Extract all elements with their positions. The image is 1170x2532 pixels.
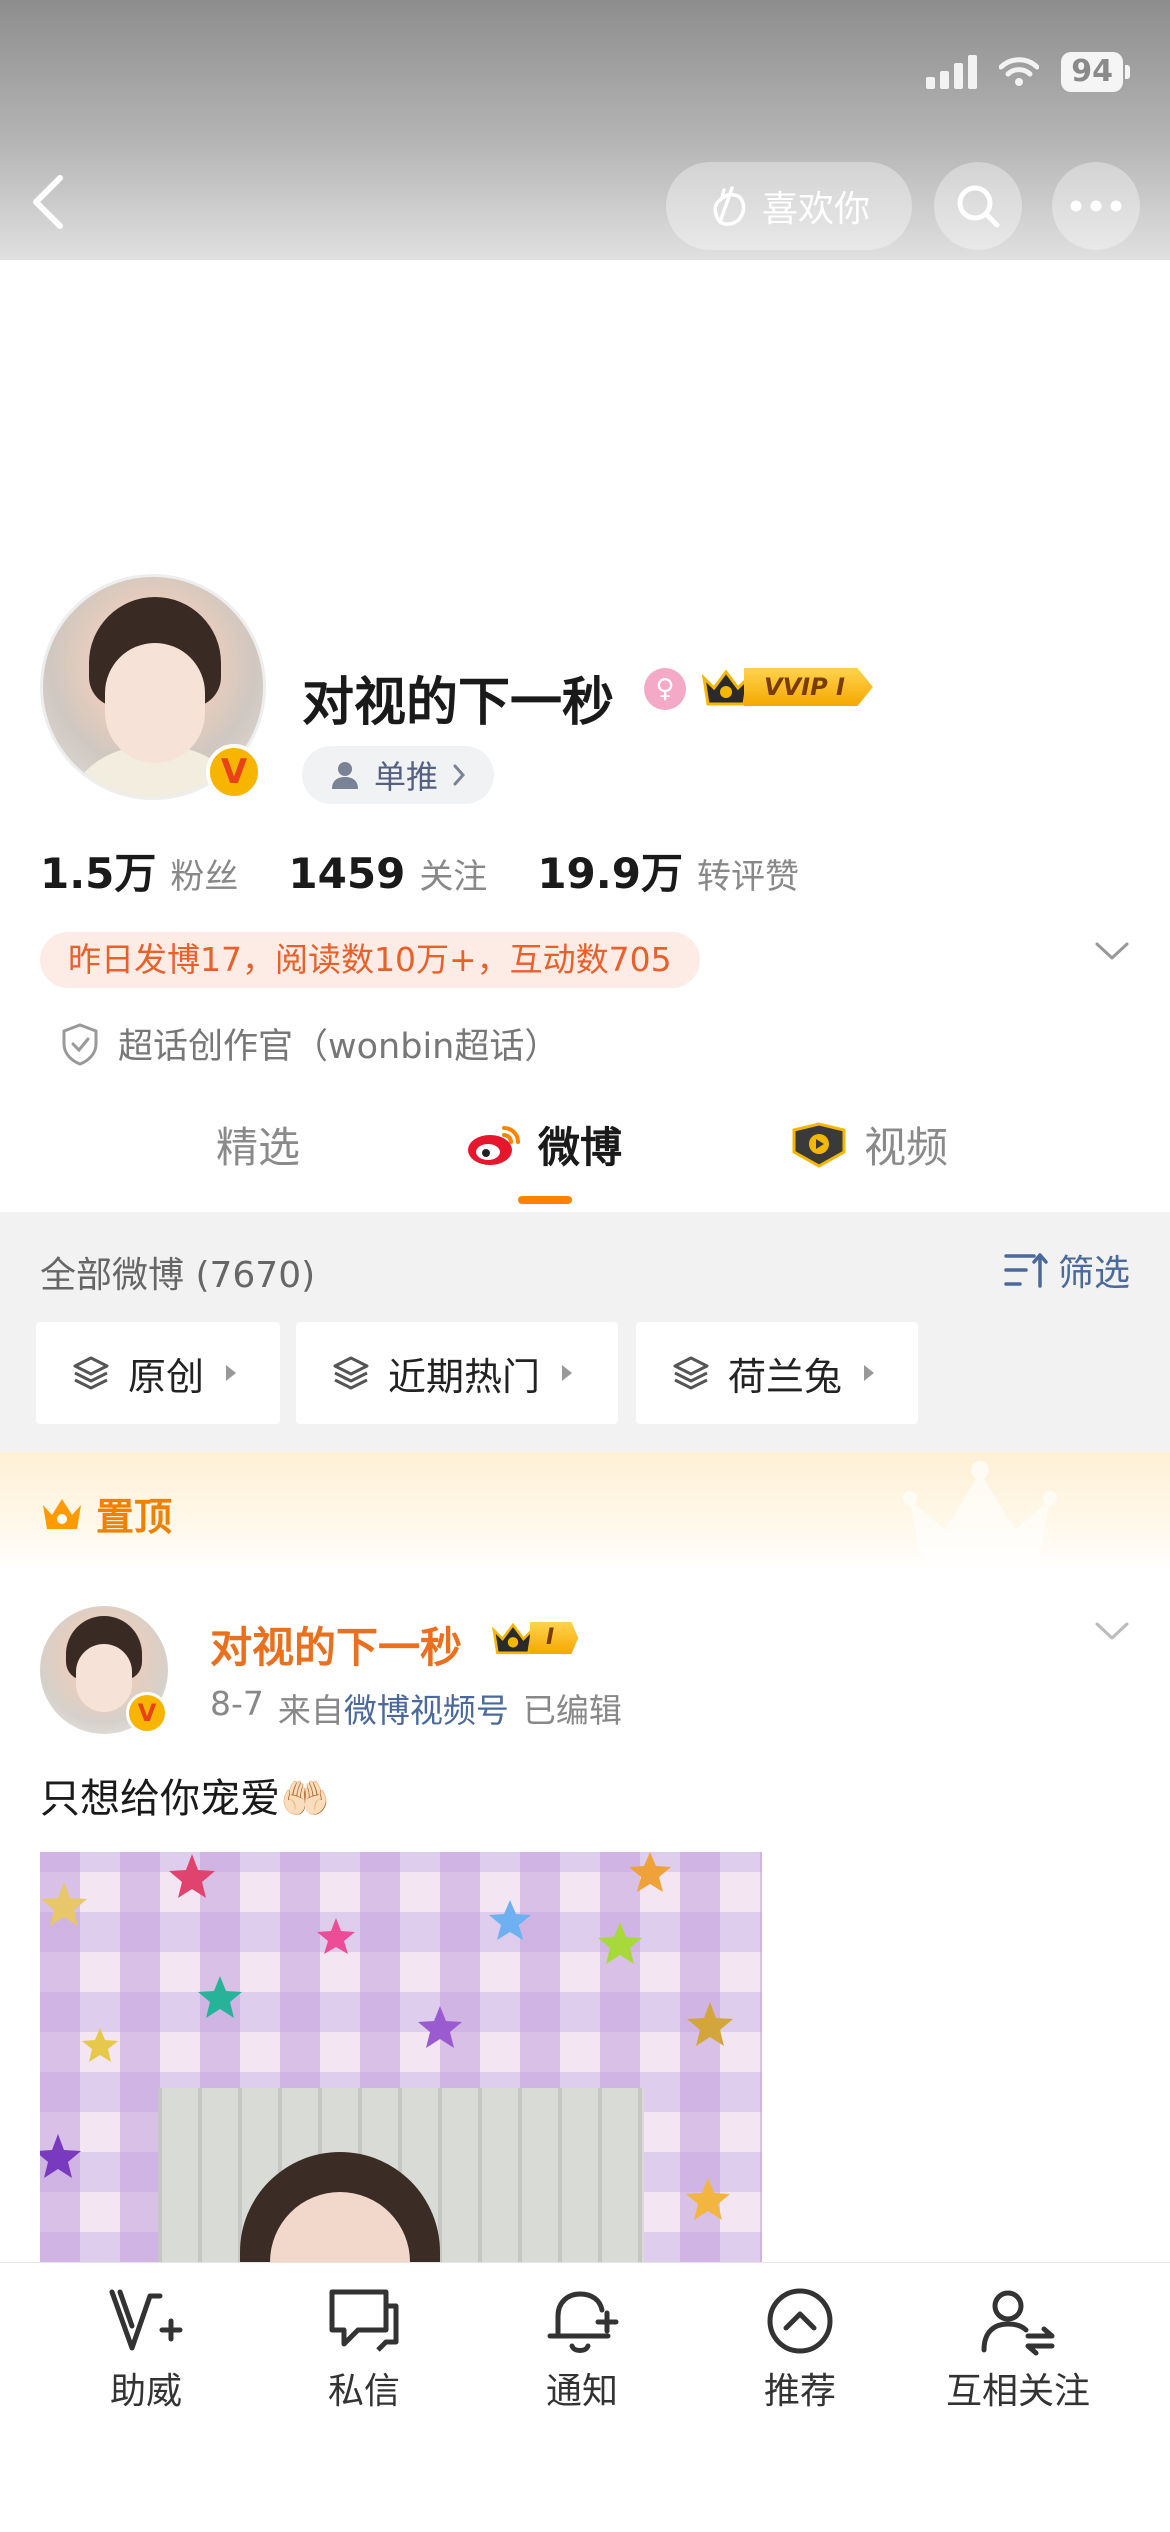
post-vip-label: I (530, 1622, 579, 1654)
post-menu-button[interactable] (1094, 1620, 1130, 1646)
tab-weibo-label: 微博 (538, 1123, 623, 1172)
crown-icon (491, 1622, 535, 1655)
v-plus-icon (109, 2289, 183, 2351)
like-you-button[interactable]: 喜欢你 (666, 162, 912, 250)
hand-icon (713, 186, 746, 226)
chevron-down-icon (1095, 942, 1129, 960)
chip-original[interactable]: 原创 (36, 1322, 280, 1424)
wifi-icon (999, 57, 1040, 86)
super-topic-label: 超话创作官（wonbin超话） (118, 1027, 560, 1067)
chip-recent-hot[interactable]: 近期热门 (296, 1322, 618, 1424)
active-tab-indicator (518, 1196, 572, 1204)
filter-icon (1004, 1253, 1048, 1288)
crown-icon (43, 1498, 81, 1529)
post-video-thumbnail[interactable] (40, 1852, 762, 2272)
female-icon: ♀ (644, 668, 686, 710)
more-button[interactable] (1052, 162, 1140, 250)
all-weibo-count: 全部微博 (7670) (40, 1255, 316, 1296)
layers-icon (673, 1356, 709, 1390)
person-swap-icon (981, 2290, 1055, 2356)
shield-icon (62, 1022, 98, 1066)
dantui-button[interactable]: 单推 (302, 746, 495, 804)
profile-stats: 1.5万 粉丝 1459 关注 19.9万 转评赞 (40, 840, 849, 901)
post-edited: 已编辑 (522, 1691, 622, 1730)
chevron-left-icon (33, 175, 63, 229)
layers-icon (333, 1356, 369, 1390)
battery-tip (1125, 65, 1130, 79)
like-you-label: 喜欢你 (761, 189, 870, 230)
status-bar: 94 (926, 52, 1130, 92)
chip-holland-lop[interactable]: 荷兰兔 (636, 1322, 918, 1424)
pinned-label-group: 置顶 (40, 1486, 172, 1541)
caret-right-icon (864, 1365, 875, 1381)
profile-name: 对视的下一秒 (302, 673, 615, 733)
tab-featured[interactable]: 精选 (216, 1114, 300, 1175)
tab-featured-label: 精选 (216, 1123, 301, 1172)
filter-button[interactable]: 筛选 (1004, 1244, 1130, 1296)
bottom-recommend-button[interactable]: 推荐 (700, 2286, 900, 2414)
chip-original-label: 原创 (128, 1354, 205, 1399)
caret-right-icon (562, 1365, 573, 1381)
bottom-message-button[interactable]: 私信 (264, 2286, 464, 2414)
bottom-notify-button[interactable]: 通知 (482, 2286, 682, 2414)
caret-right-icon (226, 1365, 237, 1381)
vvip-badge[interactable]: VVIP I (700, 664, 873, 710)
interactions-label: 转评赞 (696, 857, 799, 897)
dantui-label: 单推 (374, 758, 439, 796)
battery-indicator: 94 (1061, 52, 1123, 92)
post-vip-badge[interactable]: I (490, 1618, 579, 1658)
post-text: 只想给你宠爱🤲🏻 (40, 1776, 330, 1822)
chip-recent-hot-label: 近期热门 (388, 1354, 541, 1399)
person-icon (332, 762, 358, 789)
post-verified-icon: V (126, 1692, 168, 1734)
vvip-label: VVIP I (744, 668, 873, 706)
followers-label[interactable]: 粉丝 (170, 849, 238, 898)
chevron-right-icon (453, 764, 466, 786)
bell-plus-icon (547, 2291, 619, 2353)
post-date: 8-7 (210, 1684, 264, 1723)
chevron-down-icon (1095, 1622, 1129, 1640)
bottom-cheer-label: 助威 (109, 2371, 182, 2412)
bottom-message-label: 私信 (327, 2371, 400, 2412)
chip-holland-lop-label: 荷兰兔 (728, 1354, 843, 1399)
more-icon (1070, 200, 1122, 212)
weibo-logo-icon (468, 1125, 520, 1165)
bottom-mutual-follow-label: 互相关注 (945, 2371, 1090, 2412)
post-activity-info: 昨日发博17，阅读数10万+，互动数705 (40, 932, 700, 988)
search-button[interactable] (934, 162, 1022, 250)
bottom-mutual-follow-button[interactable]: 互相关注 (918, 2286, 1118, 2414)
filter-label: 筛选 (1057, 1253, 1130, 1294)
verified-icon: V (206, 744, 262, 800)
post-meta: 8-7 来自 微博视频号 已编辑 (210, 1684, 622, 1732)
video-icon (792, 1121, 846, 1168)
tab-weibo[interactable]: 微博 (466, 1114, 622, 1175)
search-icon (957, 185, 1000, 228)
bottom-notify-label: 通知 (545, 2371, 618, 2412)
post-from: 来自 (277, 1691, 344, 1730)
signal-icon (926, 55, 978, 89)
super-topic-creator[interactable]: 超话创作官（wonbin超话） (60, 1018, 559, 1069)
back-button[interactable] (28, 172, 88, 242)
interactions-count: 19.9万 (537, 849, 683, 898)
followers-count[interactable]: 1.5万 (40, 840, 156, 901)
expand-profile-button[interactable] (1094, 940, 1130, 966)
tab-video[interactable]: 视频 (790, 1114, 948, 1175)
circle-chevron-up-icon (767, 2288, 833, 2354)
post-author-name[interactable]: 对视的下一秒 (210, 1614, 462, 1675)
profile-tabs: 精选 微博 视频 (0, 1090, 1170, 1210)
bottom-cheer-button[interactable]: 助威 (46, 2286, 246, 2414)
following-count[interactable]: 1459 (288, 849, 405, 898)
bottom-recommend-label: 推荐 (763, 2371, 836, 2412)
post-source-link[interactable]: 微博视频号 (344, 1684, 509, 1732)
pinned-text: 置顶 (96, 1495, 173, 1539)
following-label[interactable]: 关注 (419, 849, 487, 898)
layers-icon (73, 1356, 109, 1390)
tab-video-label: 视频 (864, 1123, 949, 1172)
decorative-crown-icon (903, 1461, 1057, 1566)
chat-icon (329, 2289, 399, 2352)
